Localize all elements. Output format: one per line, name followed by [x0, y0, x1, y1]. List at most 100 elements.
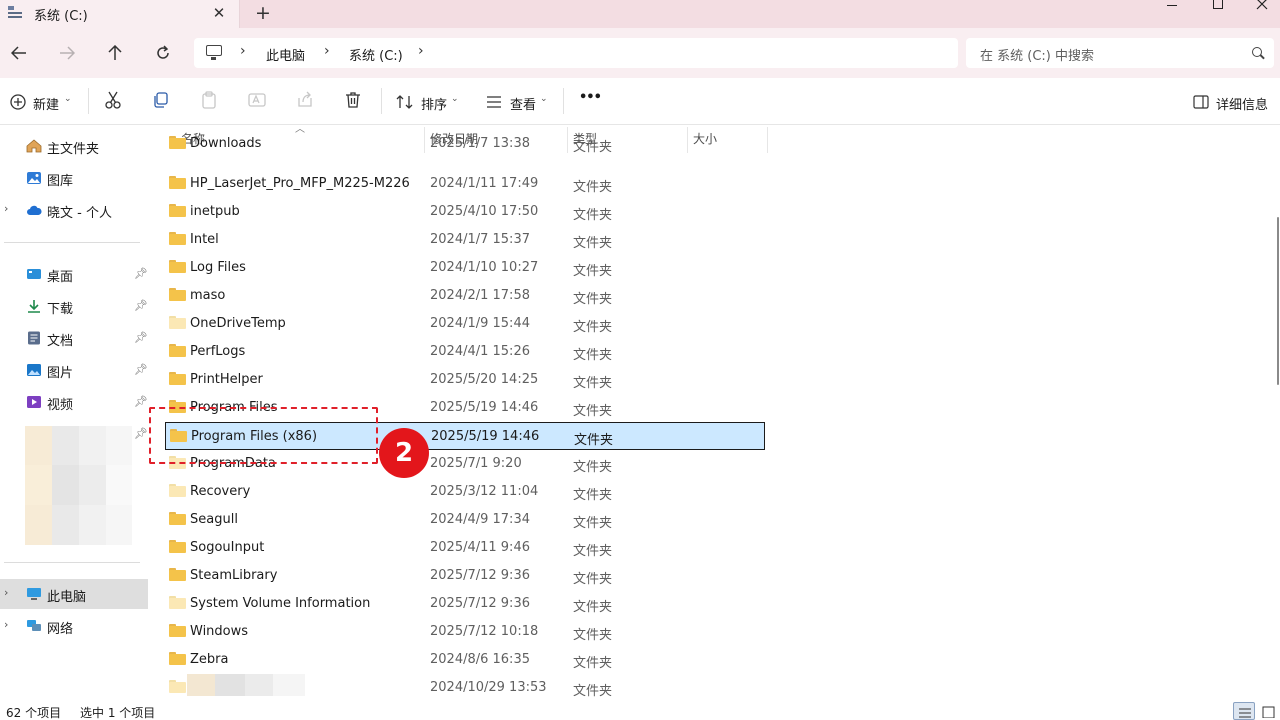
search-icon [1252, 47, 1262, 57]
cut-button[interactable] [103, 90, 125, 112]
file-row[interactable]: maso 2024/2/1 17:58 文件夹 [165, 282, 765, 310]
pictures-icon [27, 364, 41, 376]
copy-button[interactable] [151, 90, 173, 112]
pin-icon[interactable]: 📌︎ [134, 395, 148, 408]
close-window-button[interactable] [1240, 0, 1280, 12]
sidebar-item-desktop[interactable]: 桌面 📌︎ [0, 259, 148, 289]
copy-icon [154, 92, 168, 108]
sidebar-item-home[interactable]: 主文件夹 [0, 131, 148, 161]
sidebar-item-this-pc[interactable]: › 此电脑 [0, 579, 148, 609]
sidebar-item-label: 视频 [47, 398, 74, 413]
minimize-icon [1167, 5, 1177, 6]
download-icon [28, 300, 40, 313]
status-bar: 62 个项目 选中 1 个项目 [0, 702, 1280, 720]
file-type: 文件夹 [573, 404, 613, 419]
details-view-button[interactable] [1233, 702, 1255, 720]
arrow-up-icon [108, 44, 122, 60]
more-options-button[interactable]: ••• [579, 90, 602, 114]
new-tab-button[interactable]: + [252, 2, 274, 24]
folder-icon [169, 512, 186, 525]
command-bar: 新建 ⌄ 排序 ⌄ 查看 ⌄ ••• 详细信息 [0, 78, 1280, 125]
sidebar-item-gallery[interactable]: 图库 [0, 163, 148, 193]
file-row[interactable]: HP_LaserJet_Pro_MFP_M225-M226 2024/1/11 1… [165, 170, 765, 198]
search-box[interactable]: 在 系统 (C:) 中搜索 [966, 38, 1274, 68]
file-row[interactable]: Recovery 2025/3/12 11:04 文件夹 [165, 478, 765, 506]
sidebar-item-onedrive[interactable]: › 晓文 - 个人 [0, 195, 148, 225]
forward-button[interactable] [54, 40, 80, 66]
breadcrumb-this-pc[interactable]: 此电脑 [266, 45, 305, 64]
up-button[interactable] [102, 40, 128, 66]
file-row[interactable]: SogouInput 2025/4/11 9:46 文件夹 [165, 534, 765, 562]
pin-icon[interactable]: 📌︎ [134, 267, 148, 280]
sidebar-item-label: 文档 [47, 334, 74, 349]
file-modified-date: 2024/1/10 10:27 [430, 260, 539, 275]
address-bar[interactable]: › 此电脑 › 系统 (C:) › [194, 38, 958, 68]
paste-button[interactable] [199, 90, 221, 112]
rename-button[interactable] [247, 90, 269, 112]
chevron-right-icon[interactable]: › [324, 43, 330, 59]
file-row[interactable]: 2024/10/29 13:53 文件夹 [165, 674, 765, 702]
file-row[interactable]: Log Files 2024/1/10 10:27 文件夹 [165, 254, 765, 282]
tiles-view-button[interactable] [1258, 702, 1280, 720]
maximize-button[interactable] [1196, 0, 1240, 12]
file-row[interactable]: inetpub 2025/4/10 17:50 文件夹 [165, 198, 765, 226]
pin-icon[interactable]: 📌︎ [134, 331, 148, 344]
toolbar-divider [381, 88, 382, 114]
breadcrumb-system-c[interactable]: 系统 (C:) [349, 45, 403, 64]
file-row[interactable]: Intel 2024/1/7 15:37 文件夹 [165, 226, 765, 254]
arrow-right-icon [60, 46, 76, 60]
file-modified-date: 2024/2/1 17:58 [430, 288, 530, 303]
sort-button[interactable]: 排序 ⌄ [396, 90, 462, 114]
file-type: 文件夹 [573, 572, 613, 587]
back-button[interactable] [6, 40, 32, 66]
delete-button[interactable] [343, 90, 365, 112]
details-pane-button[interactable]: 详细信息 [1193, 90, 1273, 114]
file-row[interactable]: OneDriveTemp 2024/1/9 15:44 文件夹 [165, 310, 765, 338]
file-name: Windows [190, 624, 249, 639]
tab-system-c[interactable]: 系统 (C:) ✕ [0, 0, 240, 28]
file-name: SteamLibrary [190, 568, 278, 583]
file-name: Intel [190, 232, 219, 247]
search-input[interactable]: 在 系统 (C:) 中搜索 [980, 45, 1094, 64]
file-row[interactable]: Zebra 2024/8/6 16:35 文件夹 [165, 646, 765, 674]
file-row[interactable]: PerfLogs 2024/4/1 15:26 文件夹 [165, 338, 765, 366]
pin-icon[interactable]: 📌︎ [134, 299, 148, 312]
chevron-right-icon[interactable]: › [4, 618, 8, 631]
view-button[interactable]: 查看 ⌄ [486, 90, 552, 114]
file-modified-date: 2024/8/6 16:35 [430, 652, 530, 667]
scissors-icon [105, 91, 121, 109]
file-name: Log Files [190, 260, 246, 275]
sidebar-item-documents[interactable]: 文档 📌︎ [0, 323, 148, 353]
sidebar-item-pictures[interactable]: 图片 📌︎ [0, 355, 148, 385]
folder-icon [169, 136, 186, 149]
pin-icon[interactable]: 📌︎ [134, 363, 148, 376]
file-row[interactable]: PrintHelper 2025/5/20 14:25 文件夹 [165, 366, 765, 394]
pin-icon[interactable]: 📌︎ [134, 427, 148, 440]
vertical-scrollbar[interactable] [1277, 217, 1279, 385]
sidebar-item-videos[interactable]: 视频 📌︎ [0, 387, 148, 417]
chevron-down-icon: ⌄ [451, 94, 459, 104]
chevron-right-icon[interactable]: › [418, 43, 424, 59]
tab-close-button[interactable]: ✕ [208, 2, 230, 24]
chevron-right-icon[interactable]: › [4, 202, 8, 215]
file-row[interactable]: Seagull 2024/4/9 17:34 文件夹 [165, 506, 765, 534]
file-type: 文件夹 [573, 656, 613, 671]
sidebar-item-label: 晓文 - 个人 [47, 206, 112, 221]
file-modified-date: 2025/4/11 9:46 [430, 540, 530, 555]
chevron-right-icon[interactable]: › [240, 43, 246, 59]
file-row[interactable]: System Volume Information 2025/7/12 9:36 文… [165, 590, 765, 618]
file-type: 文件夹 [573, 180, 613, 195]
refresh-button[interactable] [150, 40, 176, 66]
file-row[interactable]: Downloads 2025/1/7 13:38 文件夹 [165, 134, 765, 158]
file-row[interactable]: Windows 2025/7/12 10:18 文件夹 [165, 618, 765, 646]
share-button[interactable] [295, 90, 317, 112]
chevron-right-icon[interactable]: › [4, 586, 8, 599]
sidebar-item-downloads[interactable]: 下载 📌︎ [0, 291, 148, 321]
sidebar-item-label: 图片 [47, 366, 74, 381]
file-row[interactable]: SteamLibrary 2025/7/12 9:36 文件夹 [165, 562, 765, 590]
minimize-button[interactable] [1150, 0, 1194, 12]
new-button[interactable]: 新建 ⌄ [10, 90, 76, 114]
folder-icon [169, 288, 186, 301]
sidebar-item-network[interactable]: › 网络 [0, 611, 148, 641]
column-divider[interactable] [767, 127, 768, 153]
